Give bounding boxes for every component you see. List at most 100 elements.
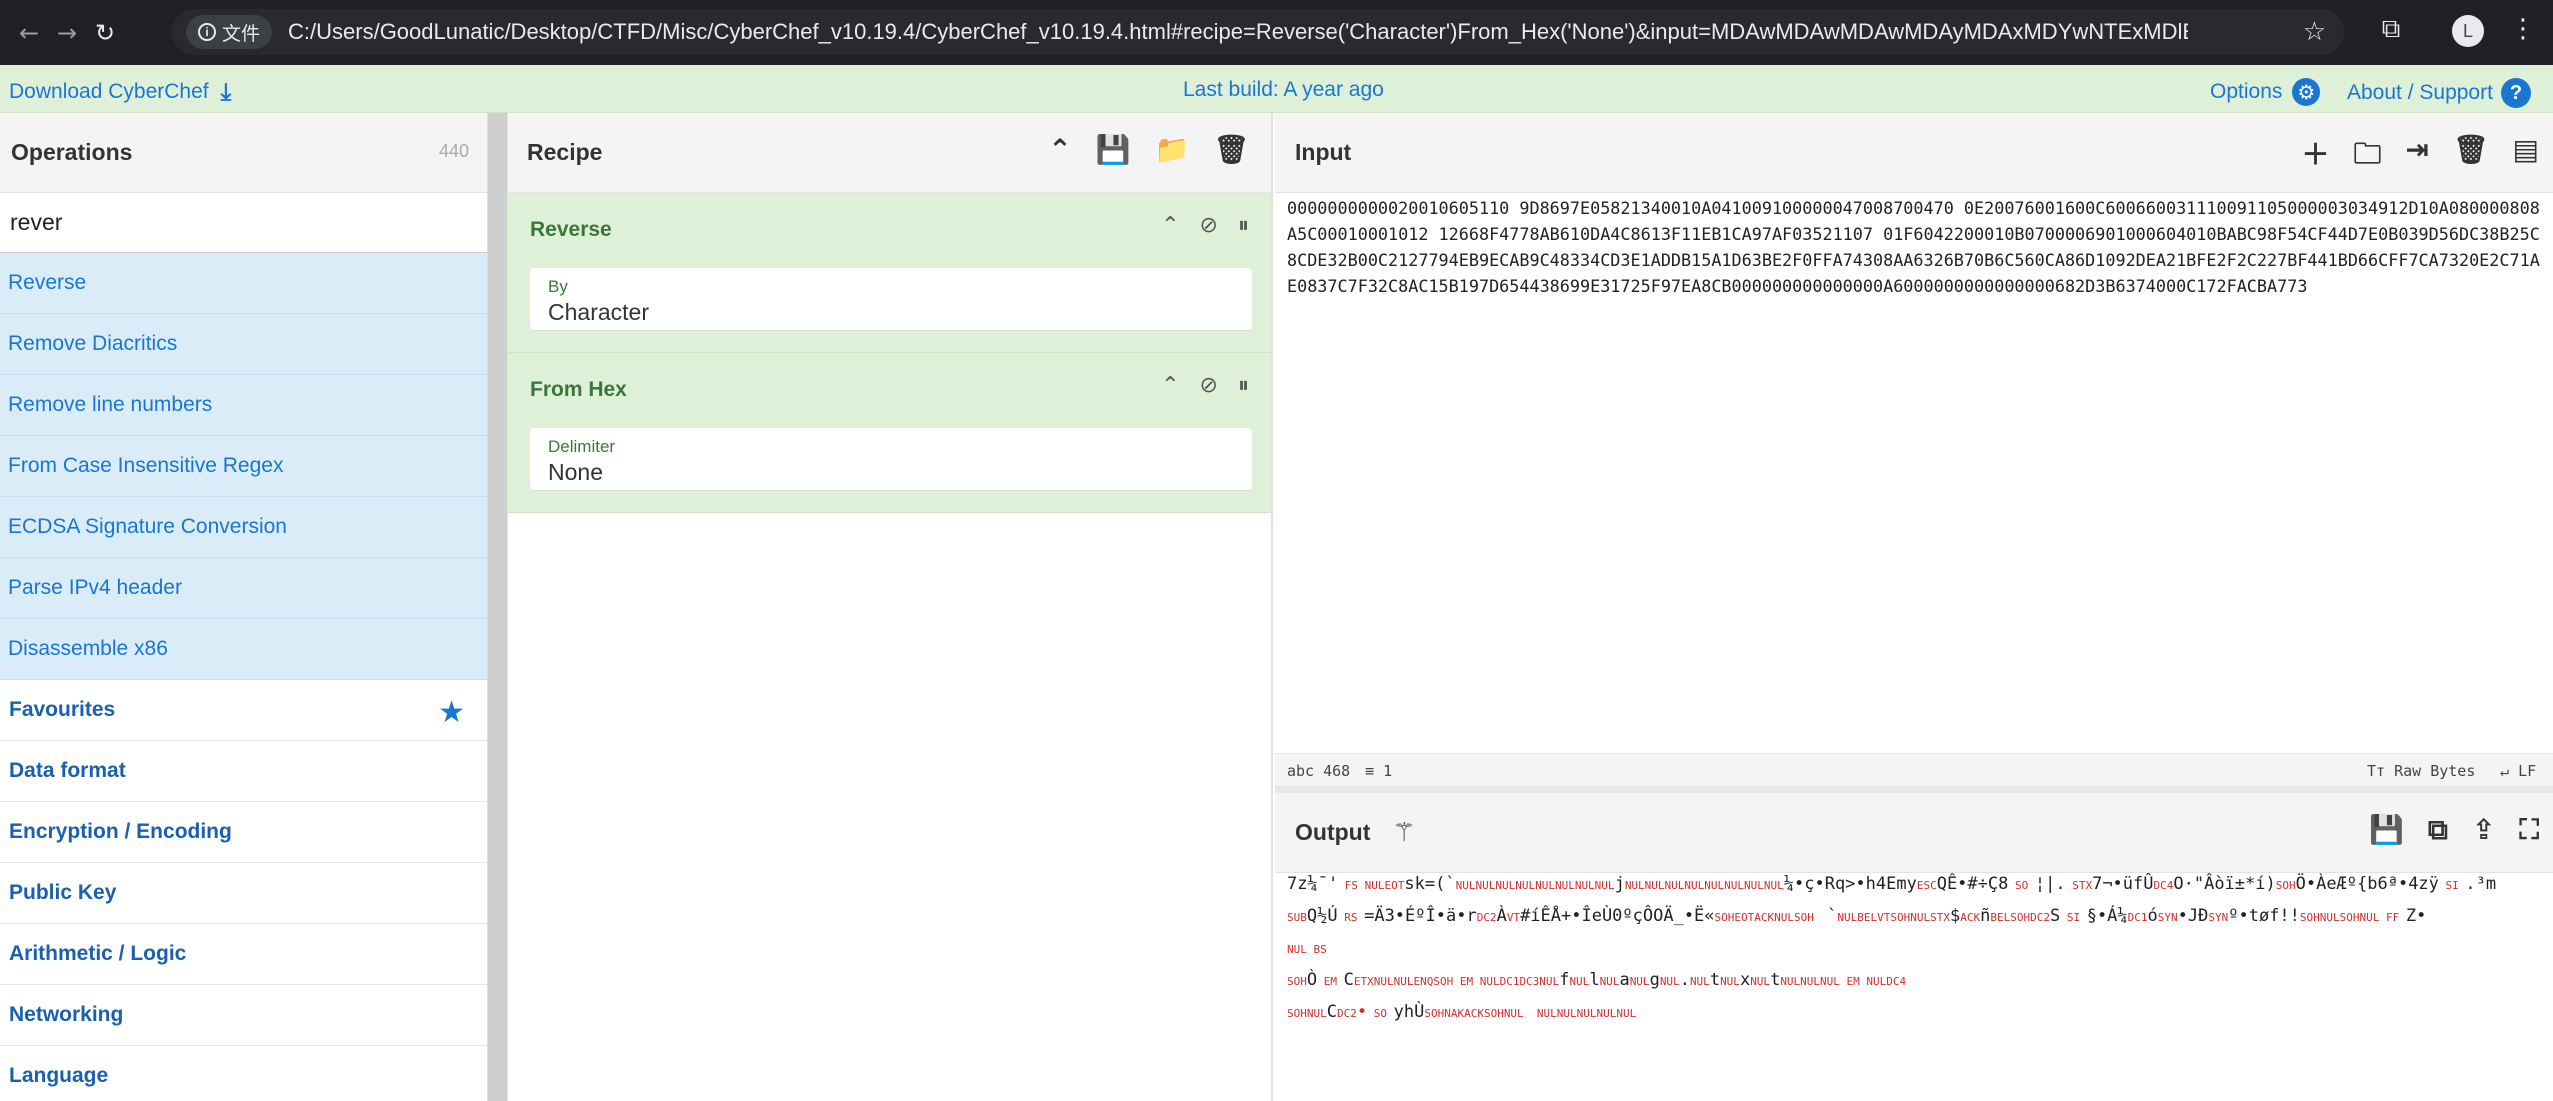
category-language[interactable]: Language xyxy=(0,1046,487,1101)
menu-dots-icon[interactable]: ⋮ xyxy=(2510,14,2536,44)
layout-icon[interactable]: ▤ xyxy=(2513,133,2539,181)
encoding-selector[interactable]: Tт Raw Bytes xyxy=(2367,762,2475,780)
input-panel: Input ＋ 🗀 ⇥ 🗑 ▤ 0000000000020010605110 9… xyxy=(1275,113,2553,785)
chevron-up-icon[interactable]: ⌃ xyxy=(1161,213,1179,238)
address-bar[interactable]: i 文件 C:/Users/GoodLunatic/Desktop/CTFD/M… xyxy=(172,9,2344,55)
out-seg: ñ xyxy=(1980,906,1991,926)
arg-value: None xyxy=(548,459,603,485)
trash-icon[interactable]: 🗑 xyxy=(1213,133,1249,166)
pause-icon[interactable]: ⏸ xyxy=(1238,373,1249,398)
url-text[interactable]: C:/Users/GoodLunatic/Desktop/CTFD/Misc/C… xyxy=(288,19,2188,45)
category-label: Favourites xyxy=(9,698,116,721)
op-remove-line-numbers[interactable]: Remove line numbers xyxy=(0,375,487,436)
about-label: About / Support xyxy=(2347,81,2493,104)
category-data-format[interactable]: Data format xyxy=(0,741,487,802)
char-count-value: 468 xyxy=(1323,762,1351,780)
forward-icon[interactable]: → xyxy=(48,14,86,52)
out-seg: yhÙ xyxy=(1393,1002,1425,1022)
category-encryption-encoding[interactable]: Encryption / Encoding xyxy=(0,802,487,863)
extensions-icon[interactable]: ⧉ xyxy=(2373,14,2409,50)
op-disassemble-x86[interactable]: Disassemble x86 xyxy=(0,619,487,680)
out-seg: 7¬•üfÛ xyxy=(2092,874,2154,894)
input-textarea[interactable]: 0000000000020010605110 9D8697E0582134001… xyxy=(1287,195,2549,299)
op-from-case-insensitive-regex[interactable]: From Case Insensitive Regex xyxy=(0,436,487,497)
arg-value: Character xyxy=(548,299,649,325)
out-seg: ¼•ç•Rq>•h4Emy xyxy=(1783,874,1917,894)
out-seg: t xyxy=(1770,970,1781,990)
step-controls: ⌃ ⊘ ⏸ xyxy=(1161,213,1249,238)
op-parse-ipv4-header[interactable]: Parse IPv4 header xyxy=(0,558,487,619)
file-chip-label: 文件 xyxy=(222,23,261,45)
out-seg: a xyxy=(1619,970,1630,990)
op-remove-diacritics[interactable]: Remove Diacritics xyxy=(0,314,487,375)
input-toolbar: ＋ 🗀 ⇥ 🗑 ▤ xyxy=(2301,133,2539,181)
info-icon: i xyxy=(198,23,216,41)
category-arithmetic-logic[interactable]: Arithmetic / Logic xyxy=(0,924,487,985)
output-panel: Output ⚚ 💾 ⧉ ⇪ ⛶ 7z¼¯' FS NULEOTsk=(`NUL… xyxy=(1275,793,2553,1101)
op-reverse[interactable]: Reverse xyxy=(0,253,487,314)
back-icon[interactable]: ← xyxy=(10,14,48,52)
gear-icon: ⚙ xyxy=(2292,78,2321,106)
folder-icon[interactable]: 📁 xyxy=(1155,133,1190,166)
out-seg: §•Á¼ xyxy=(2086,906,2128,926)
out-seg: 7z¼¯' xyxy=(1287,874,1339,894)
magic-wand-icon[interactable]: ⚚ xyxy=(1392,818,1415,848)
import-icon[interactable]: ⇥ xyxy=(2406,133,2429,181)
disable-icon[interactable]: ⊘ xyxy=(1200,213,1218,238)
out-seg: f xyxy=(1559,970,1570,990)
plus-icon[interactable]: ＋ xyxy=(2301,133,2329,181)
site-info-chip[interactable]: i 文件 xyxy=(186,15,273,49)
step-title: Reverse xyxy=(530,218,612,241)
recipe-panel: Recipe ⌃ 💾 📁 🗑 Reverse ⌃ ⊘ ⏸ By Characte… xyxy=(508,113,1273,1101)
out-seg: x xyxy=(1739,970,1751,990)
recipe-step-from-hex[interactable]: From Hex ⌃ ⊘ ⏸ Delimiter None xyxy=(508,353,1271,513)
output-text[interactable]: 7z¼¯' FS NULEOTsk=(`NULNULNULNULNULNULNU… xyxy=(1287,869,2549,1029)
save-icon[interactable]: 💾 xyxy=(2369,813,2404,847)
out-seg: º•tøf!! xyxy=(2228,906,2300,926)
trash-icon[interactable]: 🗑 xyxy=(2453,133,2489,181)
step-title: From Hex xyxy=(530,378,627,401)
out-seg: Ò xyxy=(1306,970,1318,990)
folder-icon[interactable]: 🗀 xyxy=(2354,133,2382,181)
maximise-icon[interactable]: ⛶ xyxy=(2519,813,2539,847)
out-seg: Q½Ú xyxy=(1306,906,1338,926)
out-seg: QÊ•#÷Ç8 xyxy=(1936,874,2009,894)
input-title: Input xyxy=(1295,139,1352,165)
recipe-step-reverse[interactable]: Reverse ⌃ ⊘ ⏸ By Character xyxy=(508,193,1271,353)
profile-avatar[interactable]: L xyxy=(2452,15,2484,47)
options-label: Options xyxy=(2210,80,2283,103)
chevron-up-icon[interactable]: ⌃ xyxy=(1161,373,1179,398)
from-hex-delimiter-field[interactable]: Delimiter None xyxy=(530,428,1252,491)
disable-icon[interactable]: ⊘ xyxy=(1200,373,1218,398)
options-button[interactable]: Options ⚙ xyxy=(2210,78,2321,106)
operations-search-input[interactable]: rever xyxy=(0,193,487,253)
pause-icon[interactable]: ⏸ xyxy=(1238,213,1249,238)
category-networking[interactable]: Networking xyxy=(0,985,487,1046)
download-link[interactable]: Download CyberChef ⤓ xyxy=(9,78,231,106)
input-status-bar: abc 468 ≡ 1 Tт Raw Bytes ↵ LF xyxy=(1275,753,2553,787)
operations-scrollbar[interactable] xyxy=(488,113,508,1101)
arg-label: By xyxy=(548,277,568,296)
last-build-text: Last build: A year ago xyxy=(1183,78,1384,101)
help-icon: ? xyxy=(2500,78,2531,108)
copy-icon[interactable]: ⧉ xyxy=(2428,813,2448,847)
category-public-key[interactable]: Public Key xyxy=(0,863,487,924)
recipe-toolbar: ⌃ 💾 📁 🗑 xyxy=(1048,133,1249,166)
about-support-button[interactable]: About / Support ? xyxy=(2347,78,2531,108)
save-icon[interactable]: 💾 xyxy=(1096,133,1131,166)
output-toolbar: 💾 ⧉ ⇪ ⛶ xyxy=(2369,813,2539,847)
download-icon: ⤓ xyxy=(220,78,232,106)
bookmark-star-icon[interactable]: ☆ xyxy=(2303,17,2326,47)
reverse-by-field[interactable]: By Character xyxy=(530,268,1252,331)
category-favourites[interactable]: Favourites ★ xyxy=(0,680,487,741)
chevron-up-icon[interactable]: ⌃ xyxy=(1048,133,1071,166)
arg-label: Delimiter xyxy=(548,437,616,456)
replace-input-icon[interactable]: ⇪ xyxy=(2472,813,2495,847)
out-seg: #íÊÅ+•ÎeÙ0ºçÔOÄ_•Ë« xyxy=(1520,906,1715,926)
out-seg: sk=(` xyxy=(1404,874,1456,894)
reload-icon[interactable]: ↻ xyxy=(86,14,124,52)
eol-selector[interactable]: ↵ LF xyxy=(2500,762,2536,780)
op-ecdsa-signature-conversion[interactable]: ECDSA Signature Conversion xyxy=(0,497,487,558)
char-count: abc 468 xyxy=(1287,762,1351,780)
out-seg: S xyxy=(2049,906,2061,926)
